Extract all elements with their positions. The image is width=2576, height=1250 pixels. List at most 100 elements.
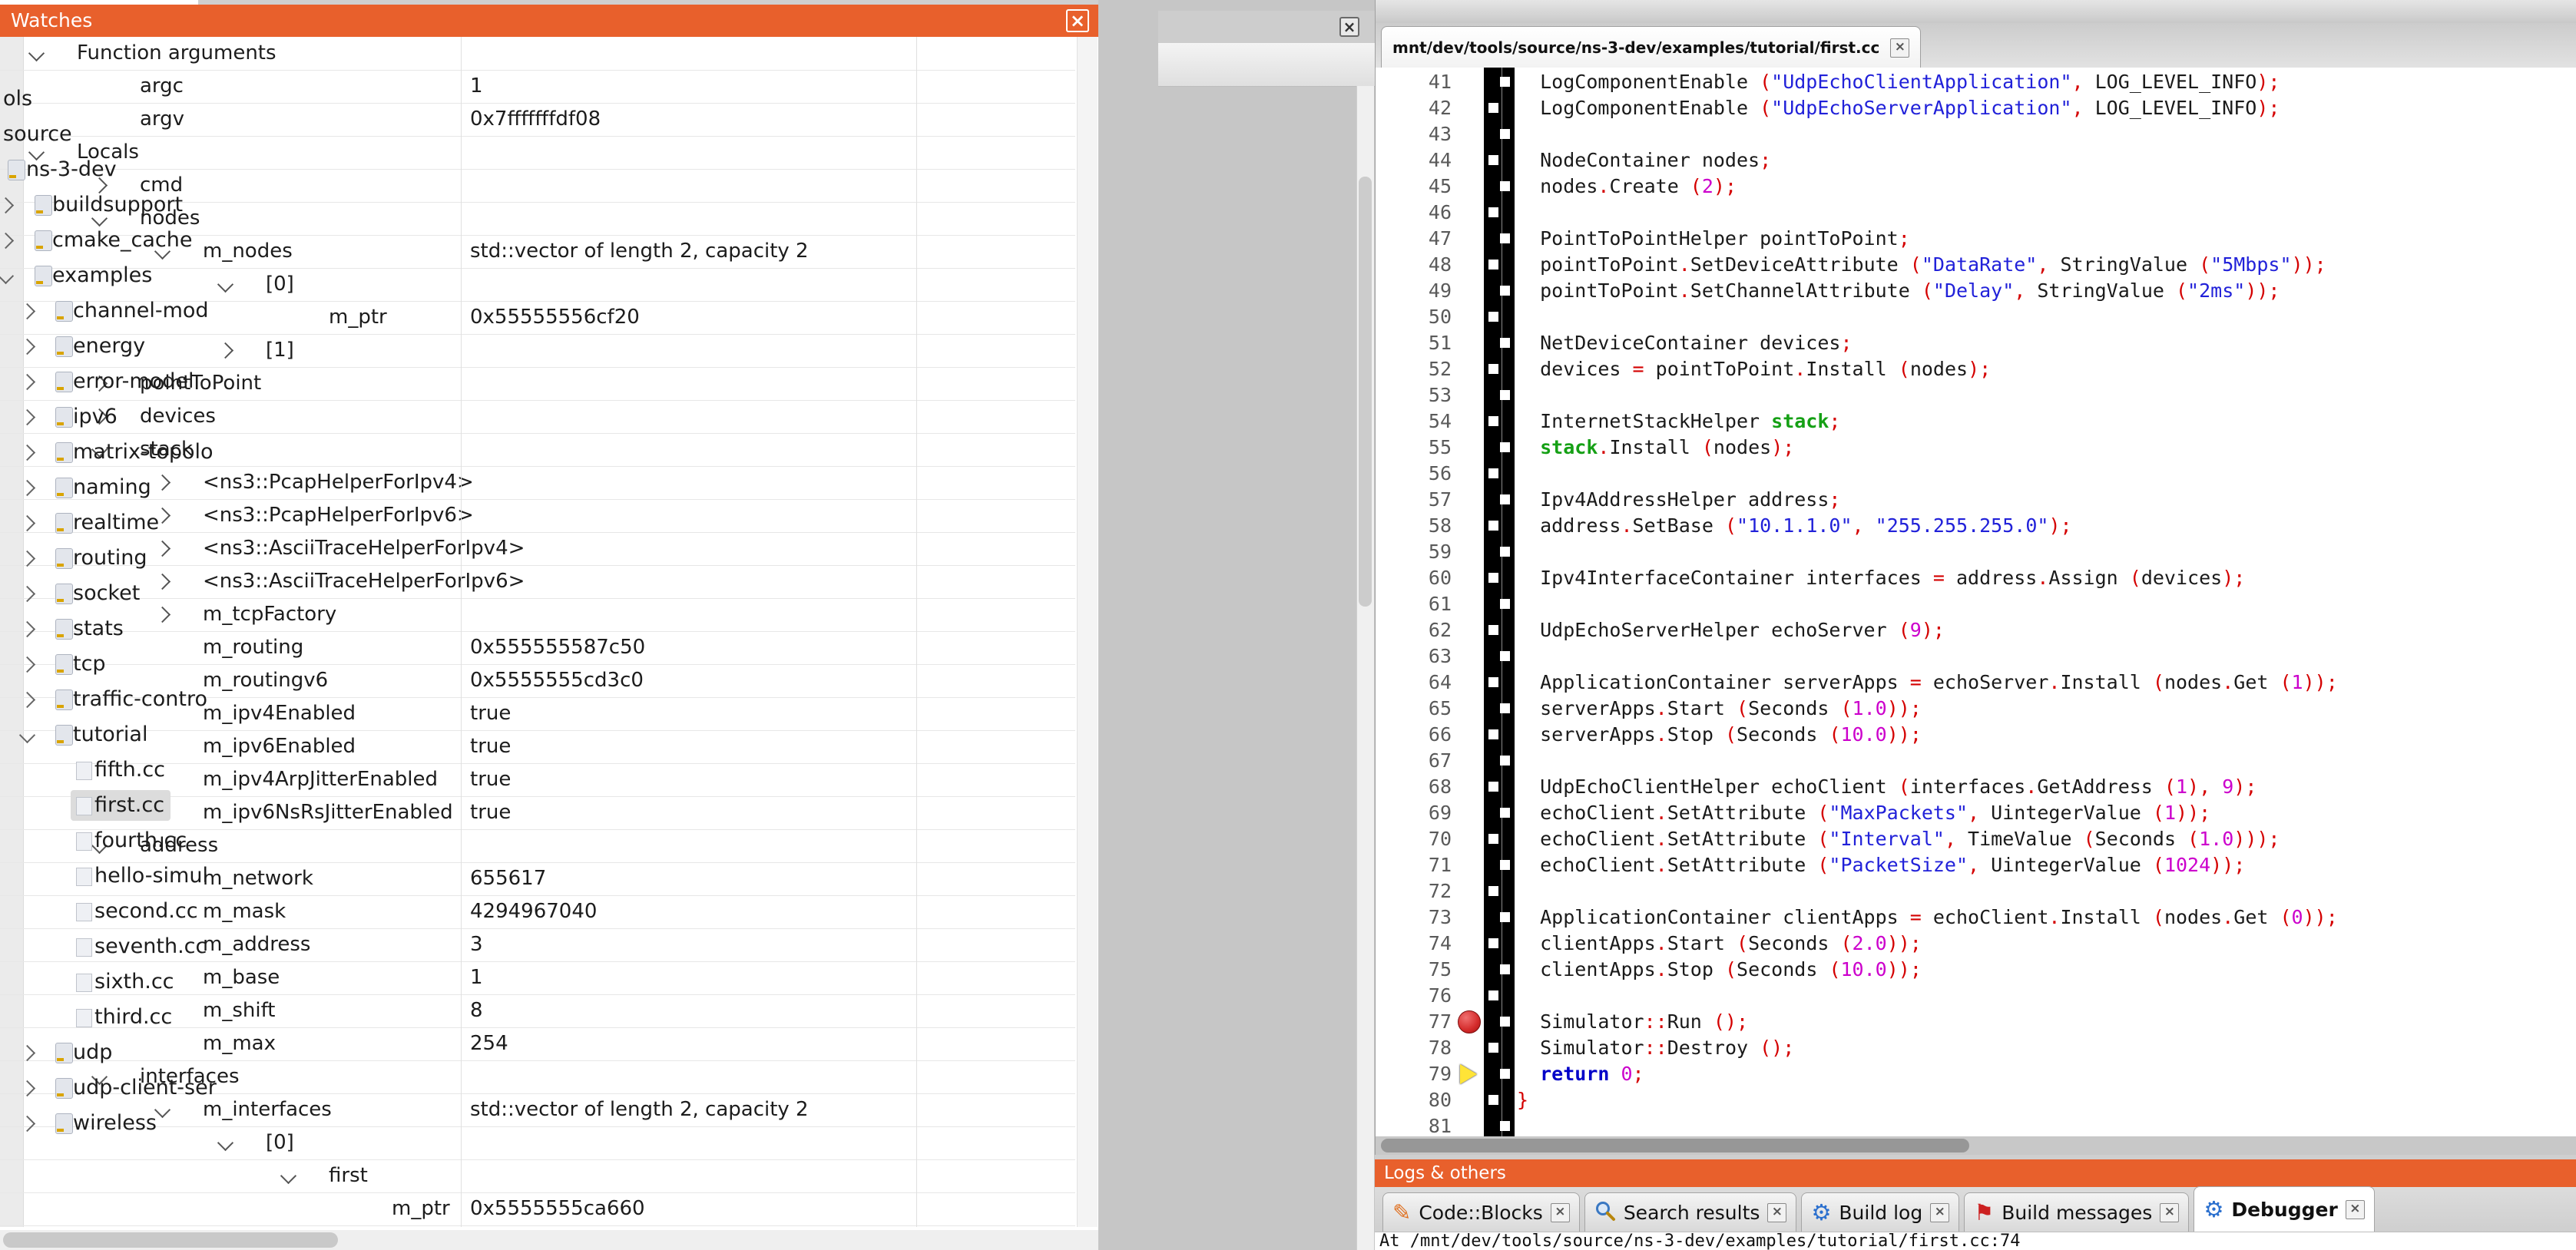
chevron-down-icon[interactable] bbox=[280, 1168, 296, 1184]
code-line[interactable]: LogComponentEnable ("UdpEchoClientApplic… bbox=[1517, 69, 2280, 95]
code-line[interactable]: NetDeviceContainer devices; bbox=[1517, 330, 1853, 356]
tree-item-fourth-cc[interactable]: fourth.cc bbox=[0, 823, 198, 858]
code-line[interactable]: Ipv4InterfaceContainer interfaces = addr… bbox=[1517, 565, 2245, 591]
tree-item-cmake-cache[interactable]: cmake_cache bbox=[0, 223, 198, 258]
code-line[interactable]: serverApps.Stop (Seconds (10.0)); bbox=[1517, 722, 1922, 748]
tree-item-realtime[interactable]: realtime bbox=[0, 505, 198, 541]
tree-item-udp[interactable]: udp bbox=[0, 1035, 198, 1070]
chevron-down-icon[interactable] bbox=[217, 276, 233, 293]
tree-item-ns-3-dev[interactable]: ns-3-dev bbox=[0, 152, 198, 187]
watch-row[interactable]: Function arguments bbox=[0, 37, 1075, 71]
tree-item-channel-mod[interactable]: channel-mod bbox=[0, 293, 198, 329]
code-line[interactable]: devices = pointToPoint.Install (nodes); bbox=[1517, 356, 1991, 382]
chevron-down-icon[interactable] bbox=[217, 1135, 233, 1151]
tree-item-source[interactable]: source bbox=[0, 117, 198, 152]
chevron-right-icon[interactable] bbox=[19, 480, 35, 496]
logs-tab-search-results[interactable]: Search results× bbox=[1584, 1192, 1797, 1232]
tree-item-energy[interactable]: energy bbox=[0, 329, 198, 364]
tree-item-tcp[interactable]: tcp bbox=[0, 646, 198, 682]
chevron-right-icon[interactable] bbox=[19, 692, 35, 708]
watches-column-divider[interactable] bbox=[461, 37, 462, 1227]
chevron-right-icon[interactable] bbox=[19, 1116, 35, 1132]
tree-item-third-cc[interactable]: third.cc bbox=[0, 1000, 198, 1035]
code-line[interactable]: return 0; bbox=[1517, 1061, 1644, 1087]
chevron-right-icon[interactable] bbox=[217, 342, 233, 359]
code-line[interactable]: pointToPoint.SetDeviceAttribute ("DataRa… bbox=[1517, 252, 2326, 278]
logs-tab-code-blocks[interactable]: ✎Code::Blocks× bbox=[1382, 1192, 1580, 1232]
tree-item-buildsupport[interactable]: buildsupport bbox=[0, 187, 198, 223]
chevron-down-icon[interactable] bbox=[0, 268, 14, 284]
tree-item-stats[interactable]: stats bbox=[0, 611, 198, 646]
watches-horizontal-scrollbar-thumb[interactable] bbox=[3, 1232, 338, 1248]
code-line[interactable]: echoClient.SetAttribute ("PacketSize", U… bbox=[1517, 852, 2245, 878]
editor-horizontal-scrollbar-thumb[interactable] bbox=[1381, 1139, 1969, 1152]
chevron-right-icon[interactable] bbox=[19, 621, 35, 637]
code-line[interactable]: NodeContainer nodes; bbox=[1517, 147, 1771, 174]
tree-item-sixth-cc[interactable]: sixth.cc bbox=[0, 964, 198, 1000]
chevron-right-icon[interactable] bbox=[19, 445, 35, 461]
tab-close-icon[interactable]: × bbox=[2160, 1203, 2179, 1222]
code-line[interactable]: Simulator::Destroy (); bbox=[1517, 1035, 1794, 1061]
watches-close-icon[interactable]: × bbox=[1066, 9, 1089, 32]
code-line[interactable]: ApplicationContainer serverApps = echoSe… bbox=[1517, 670, 2338, 696]
tree-item-examples[interactable]: examples bbox=[0, 258, 198, 293]
code-line[interactable]: clientApps.Stop (Seconds (10.0)); bbox=[1517, 957, 1922, 983]
editor-tab-first-cc[interactable]: mnt/dev/tools/source/ns-3-dev/examples/t… bbox=[1381, 26, 1921, 68]
code-line[interactable]: nodes.Create (2); bbox=[1517, 174, 1737, 200]
code-line[interactable]: pointToPoint.SetChannelAttribute ("Delay… bbox=[1517, 278, 2280, 304]
watches-titlebar[interactable]: Watches bbox=[0, 5, 1098, 37]
tree-item-second-cc[interactable]: second.cc bbox=[0, 894, 198, 929]
management-close-icon[interactable]: × bbox=[1339, 17, 1359, 37]
code-line[interactable]: LogComponentEnable ("UdpEchoServerApplic… bbox=[1517, 95, 2280, 121]
tree-item-naming[interactable]: naming bbox=[0, 470, 198, 505]
tree-item-hello-simul[interactable]: hello-simul bbox=[0, 858, 198, 894]
chevron-right-icon[interactable] bbox=[19, 551, 35, 567]
code-line[interactable]: UdpEchoServerHelper echoServer (9); bbox=[1517, 617, 1945, 643]
chevron-right-icon[interactable] bbox=[19, 1045, 35, 1061]
tree-item-fifth-cc[interactable]: fifth.cc bbox=[0, 752, 198, 788]
tree-item-wireless[interactable]: wireless bbox=[0, 1106, 198, 1141]
tree-item-traffic-contro[interactable]: traffic-contro bbox=[0, 682, 198, 717]
logs-titlebar[interactable]: Logs & others bbox=[1375, 1159, 2576, 1187]
code-line[interactable]: Simulator::Run (); bbox=[1517, 1009, 1748, 1035]
code-line[interactable]: stack.Install (nodes); bbox=[1517, 435, 1794, 461]
tree-item-tutorial[interactable]: tutorial bbox=[0, 717, 198, 752]
logs-tab-build-messages[interactable]: ⚑Build messages× bbox=[1964, 1192, 2189, 1232]
tab-close-icon[interactable]: × bbox=[2346, 1200, 2365, 1219]
code-line[interactable]: Ipv4AddressHelper address; bbox=[1517, 487, 1840, 513]
chevron-down-icon[interactable] bbox=[19, 727, 35, 743]
code-line[interactable]: address.SetBase ("10.1.1.0", "255.255.25… bbox=[1517, 513, 2072, 539]
chevron-right-icon[interactable] bbox=[19, 303, 35, 319]
code-line[interactable]: ApplicationContainer clientApps = echoCl… bbox=[1517, 904, 2338, 931]
tree-item-seventh-cc[interactable]: seventh.cc bbox=[0, 929, 198, 964]
tree-item-first-cc[interactable]: first.cc bbox=[0, 788, 198, 823]
code-line[interactable]: echoClient.SetAttribute ("Interval", Tim… bbox=[1517, 826, 2280, 852]
code-line[interactable]: serverApps.Start (Seconds (1.0)); bbox=[1517, 696, 1922, 722]
watches-column-divider[interactable] bbox=[916, 37, 917, 1227]
code-line[interactable]: UdpEchoClientHelper echoClient (interfac… bbox=[1517, 774, 2256, 800]
chevron-right-icon[interactable] bbox=[19, 374, 35, 390]
logs-tab-debugger[interactable]: ⚙Debugger× bbox=[2194, 1186, 2374, 1232]
chevron-right-icon[interactable] bbox=[19, 1080, 35, 1096]
breakpoint-icon[interactable] bbox=[1458, 1010, 1481, 1033]
watches-vertical-scrollbar[interactable] bbox=[1077, 37, 1098, 1227]
watch-row[interactable]: first bbox=[0, 1159, 1075, 1193]
tree-item-routing[interactable]: routing bbox=[0, 541, 198, 576]
editor-fold-margin[interactable] bbox=[1484, 68, 1515, 1136]
tree-item-error-model[interactable]: error-model bbox=[0, 364, 198, 399]
tree-item-ipv6[interactable]: ipv6 bbox=[0, 399, 198, 435]
tab-close-icon[interactable]: × bbox=[1930, 1203, 1949, 1222]
code-line[interactable]: echoClient.SetAttribute ("MaxPackets", U… bbox=[1517, 800, 2210, 826]
chevron-right-icon[interactable] bbox=[19, 656, 35, 673]
tree-item-matrix-topolo[interactable]: matrix-topolo bbox=[0, 435, 198, 470]
tree-item-udp-client-ser[interactable]: udp-client-ser bbox=[0, 1070, 198, 1106]
chevron-down-icon[interactable] bbox=[28, 45, 45, 61]
logs-tab-build-log[interactable]: ⚙Build log× bbox=[1801, 1192, 1959, 1232]
code-line[interactable]: PointToPointHelper pointToPoint; bbox=[1517, 226, 1910, 252]
chevron-right-icon[interactable] bbox=[0, 197, 14, 213]
code-line[interactable]: } bbox=[1517, 1087, 1528, 1113]
tab-close-icon[interactable]: × bbox=[1767, 1203, 1786, 1222]
editor-tab-close-icon[interactable]: × bbox=[1890, 38, 1909, 58]
chevron-right-icon[interactable] bbox=[19, 515, 35, 531]
tree-vertical-scrollbar-thumb[interactable] bbox=[1359, 177, 1372, 607]
